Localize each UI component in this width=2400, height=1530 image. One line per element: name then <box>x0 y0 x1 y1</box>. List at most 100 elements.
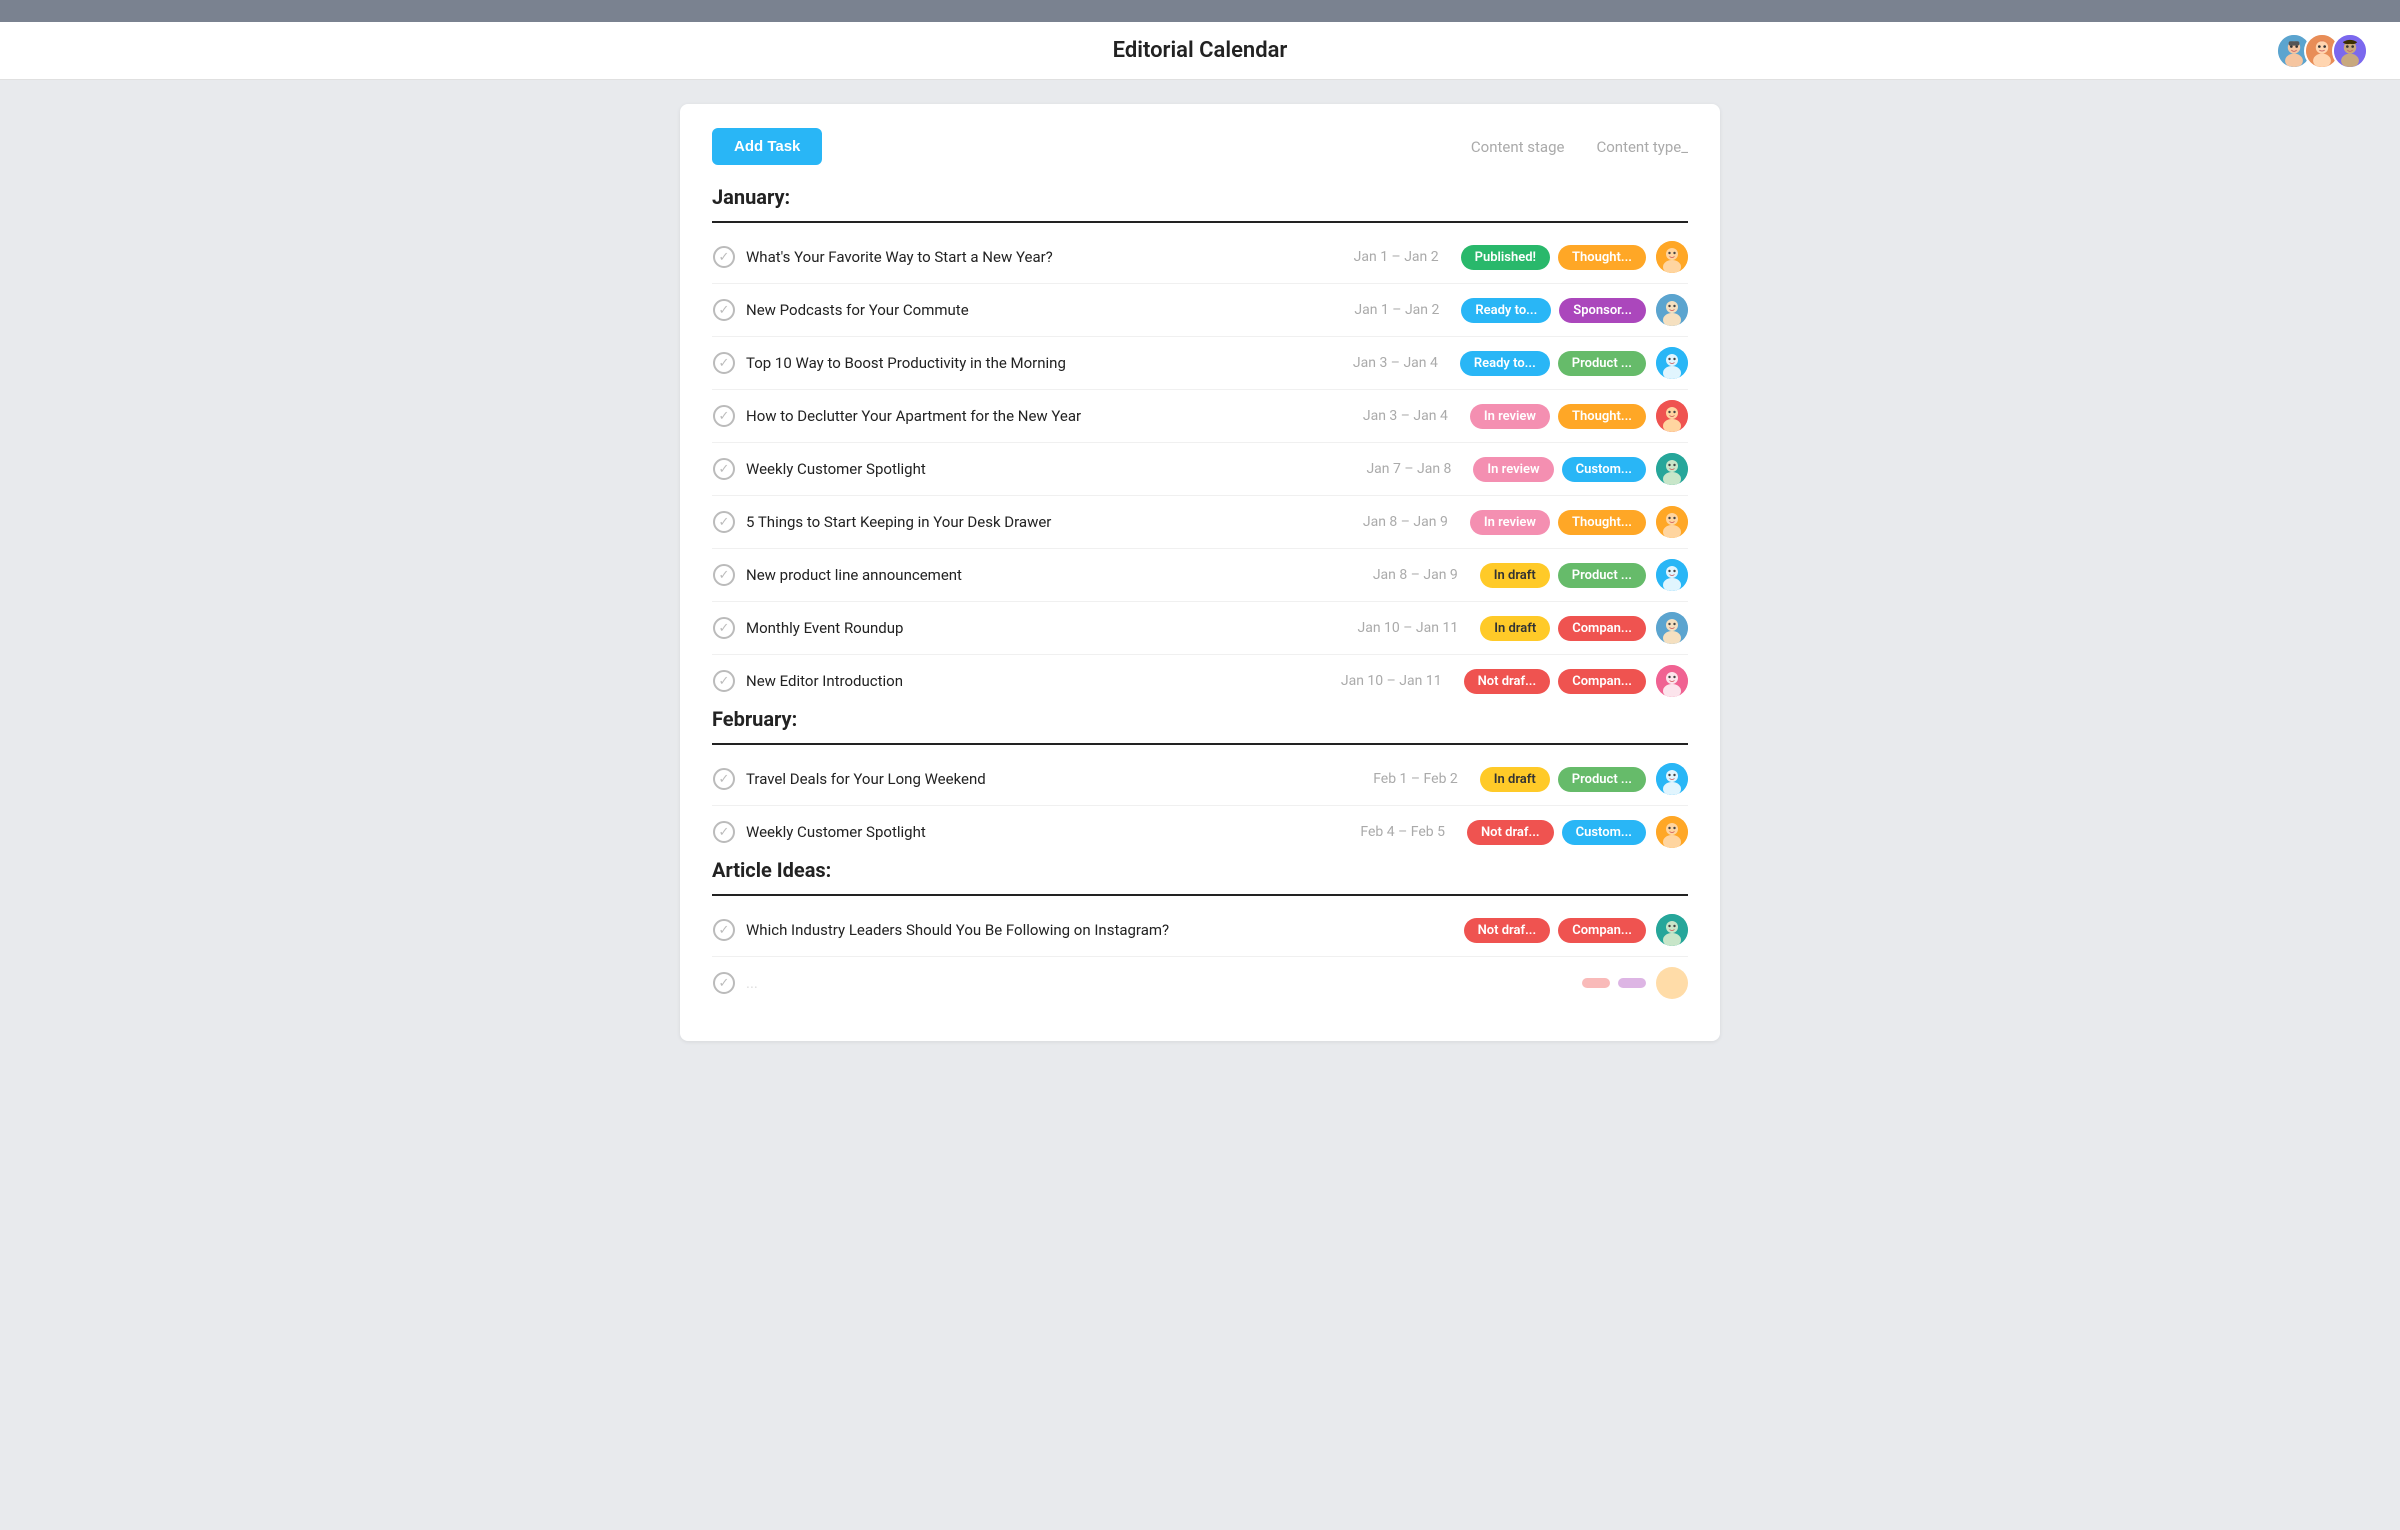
table-row[interactable]: ✓ How to Declutter Your Apartment for th… <box>712 390 1688 443</box>
task-checkbox[interactable]: ✓ <box>712 820 736 844</box>
task-checkbox[interactable]: ✓ <box>712 404 736 428</box>
task-title: Travel Deals for Your Long Weekend <box>746 770 1318 788</box>
status-badge[interactable]: Ready to... <box>1460 351 1550 376</box>
avatar <box>1656 816 1688 848</box>
task-dates: Jan 3 – Jan 4 <box>1318 408 1448 424</box>
type-badge[interactable]: Thought... <box>1558 404 1646 429</box>
type-badge[interactable]: Product ... <box>1558 563 1646 588</box>
task-checkbox[interactable]: ✓ <box>712 245 736 269</box>
task-checkbox[interactable]: ✓ <box>712 971 736 995</box>
task-checkbox[interactable]: ✓ <box>712 918 736 942</box>
type-badge[interactable]: Sponsor... <box>1559 298 1646 323</box>
task-title: Which Industry Leaders Should You Be Fol… <box>746 921 1302 939</box>
type-badge[interactable]: Thought... <box>1558 245 1646 270</box>
top-bar <box>0 0 2400 22</box>
task-badges: Ready to... Sponsor... <box>1461 298 1646 323</box>
section-title-february: February: <box>712 707 1688 737</box>
type-badge[interactable]: Thought... <box>1558 510 1646 535</box>
table-row[interactable]: ✓ New Podcasts for Your Commute Jan 1 – … <box>712 284 1688 337</box>
table-row[interactable]: ✓ New Editor Introduction Jan 10 – Jan 1… <box>712 655 1688 707</box>
section-january: January: ✓ What's Your Favorite Way to S… <box>712 185 1688 707</box>
task-dates: Jan 1 – Jan 2 <box>1309 302 1439 318</box>
type-badge[interactable]: Custom... <box>1562 820 1646 845</box>
task-dates: Feb 1 – Feb 2 <box>1328 771 1458 787</box>
status-badge[interactable]: Not draf... <box>1467 820 1554 845</box>
type-badge[interactable]: Compan... <box>1558 918 1646 943</box>
type-badge <box>1618 978 1646 988</box>
type-badge[interactable]: Compan... <box>1558 616 1646 641</box>
avatar <box>1656 241 1688 273</box>
task-checkbox[interactable]: ✓ <box>712 616 736 640</box>
header: Editorial Calendar <box>0 22 2400 80</box>
add-task-button[interactable]: Add Task <box>712 128 822 165</box>
section-divider-article-ideas <box>712 894 1688 896</box>
toolbar: Add Task Content stage Content type_ <box>712 128 1688 165</box>
status-badge[interactable]: In review <box>1473 457 1553 482</box>
sections-container: January: ✓ What's Your Favorite Way to S… <box>712 185 1688 1009</box>
task-checkbox[interactable]: ✓ <box>712 298 736 322</box>
avatar <box>1656 559 1688 591</box>
task-badges: Ready to... Product ... <box>1460 351 1646 376</box>
task-checkbox[interactable]: ✓ <box>712 767 736 791</box>
status-badge[interactable]: In draft <box>1480 616 1550 641</box>
avatar <box>1656 506 1688 538</box>
content-stage-filter[interactable]: Content stage <box>1471 138 1565 156</box>
task-checkbox[interactable]: ✓ <box>712 563 736 587</box>
status-badge[interactable]: Not draf... <box>1464 669 1551 694</box>
task-title: Weekly Customer Spotlight <box>746 823 1305 841</box>
table-row[interactable]: ✓ Weekly Customer Spotlight Feb 4 – Feb … <box>712 806 1688 858</box>
avatar <box>1656 347 1688 379</box>
task-badges: Published! Thought... <box>1461 245 1646 270</box>
type-badge[interactable]: Compan... <box>1558 669 1646 694</box>
type-badge[interactable]: Custom... <box>1562 457 1646 482</box>
status-badge[interactable]: Published! <box>1461 245 1550 270</box>
avatar-3[interactable] <box>2332 33 2368 69</box>
task-checkbox[interactable]: ✓ <box>712 457 736 481</box>
task-title: Top 10 Way to Boost Productivity in the … <box>746 354 1298 372</box>
task-dates: Jan 1 – Jan 2 <box>1309 249 1439 265</box>
header-avatars <box>2276 33 2368 69</box>
task-badges: In draft Compan... <box>1480 616 1646 641</box>
type-badge[interactable]: Product ... <box>1558 351 1646 376</box>
task-title: New product line announcement <box>746 566 1318 584</box>
task-badges: Not draf... Compan... <box>1464 669 1646 694</box>
table-row[interactable]: ✓ Which Industry Leaders Should You Be F… <box>712 904 1688 957</box>
table-row[interactable]: ✓ Top 10 Way to Boost Productivity in th… <box>712 337 1688 390</box>
section-title-article-ideas: Article Ideas: <box>712 858 1688 888</box>
task-title: ... <box>746 974 1420 992</box>
task-title: Weekly Customer Spotlight <box>746 460 1311 478</box>
task-badges: Not draf... Custom... <box>1467 820 1646 845</box>
table-row[interactable]: ✓ Travel Deals for Your Long Weekend Feb… <box>712 753 1688 806</box>
table-row[interactable]: ✓ ... <box>712 957 1688 1009</box>
task-title: What's Your Favorite Way to Start a New … <box>746 248 1299 266</box>
status-badge[interactable]: In draft <box>1480 563 1550 588</box>
task-badges: In review Thought... <box>1470 510 1646 535</box>
task-title: New Editor Introduction <box>746 672 1302 690</box>
table-row[interactable]: ✓ Weekly Customer Spotlight Jan 7 – Jan … <box>712 443 1688 496</box>
table-row[interactable]: ✓ New product line announcement Jan 8 – … <box>712 549 1688 602</box>
status-badge[interactable]: In draft <box>1480 767 1550 792</box>
task-checkbox[interactable]: ✓ <box>712 510 736 534</box>
table-row[interactable]: ✓ What's Your Favorite Way to Start a Ne… <box>712 231 1688 284</box>
task-dates: Jan 8 – Jan 9 <box>1318 514 1448 530</box>
task-title: New Podcasts for Your Commute <box>746 301 1299 319</box>
section-divider-january <box>712 221 1688 223</box>
status-badge[interactable]: In review <box>1470 404 1550 429</box>
task-dates: Jan 3 – Jan 4 <box>1308 355 1438 371</box>
task-badges: In draft Product ... <box>1480 563 1646 588</box>
toolbar-filters: Content stage Content type_ <box>1471 138 1688 156</box>
type-badge[interactable]: Product ... <box>1558 767 1646 792</box>
content-type-filter[interactable]: Content type_ <box>1596 138 1688 156</box>
status-badge[interactable]: Ready to... <box>1461 298 1551 323</box>
table-row[interactable]: ✓ Monthly Event Roundup Jan 10 – Jan 11 … <box>712 602 1688 655</box>
avatar <box>1656 294 1688 326</box>
task-checkbox[interactable]: ✓ <box>712 669 736 693</box>
task-badges: In review Custom... <box>1473 457 1646 482</box>
status-badge[interactable]: In review <box>1470 510 1550 535</box>
avatar <box>1656 453 1688 485</box>
avatar <box>1656 967 1688 999</box>
task-checkbox[interactable]: ✓ <box>712 351 736 375</box>
section-article-ideas: Article Ideas: ✓ Which Industry Leaders … <box>712 858 1688 1009</box>
table-row[interactable]: ✓ 5 Things to Start Keeping in Your Desk… <box>712 496 1688 549</box>
status-badge[interactable]: Not draf... <box>1464 918 1551 943</box>
